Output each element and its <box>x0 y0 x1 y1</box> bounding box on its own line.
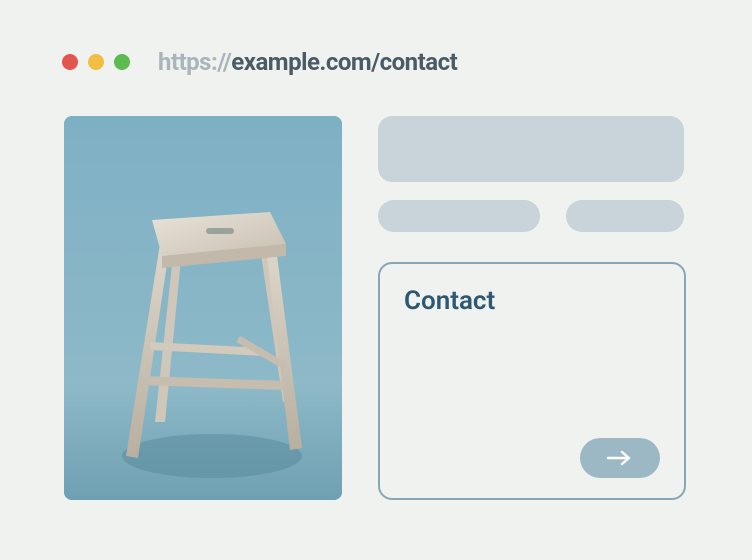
contact-title: Contact <box>404 286 660 316</box>
submit-button[interactable] <box>580 438 660 478</box>
placeholder-row <box>378 200 688 232</box>
arrow-right-icon <box>606 450 634 466</box>
content-placeholder-large <box>378 116 684 182</box>
right-column: Contact <box>378 116 688 500</box>
content-placeholder-small-2 <box>566 200 684 232</box>
close-window-dot[interactable] <box>62 54 78 70</box>
stool-illustration <box>64 116 342 500</box>
maximize-window-dot[interactable] <box>114 54 130 70</box>
contact-card: Contact <box>378 262 686 500</box>
page-content: Contact <box>0 76 752 500</box>
traffic-lights <box>62 54 130 70</box>
browser-header: https://example.com/contact <box>0 0 752 76</box>
minimize-window-dot[interactable] <box>88 54 104 70</box>
url-protocol: https:// <box>158 48 231 76</box>
product-image <box>64 116 342 500</box>
url-path: example.com/contact <box>231 48 457 76</box>
address-bar[interactable]: https://example.com/contact <box>158 48 457 76</box>
content-placeholder-small-1 <box>378 200 540 232</box>
